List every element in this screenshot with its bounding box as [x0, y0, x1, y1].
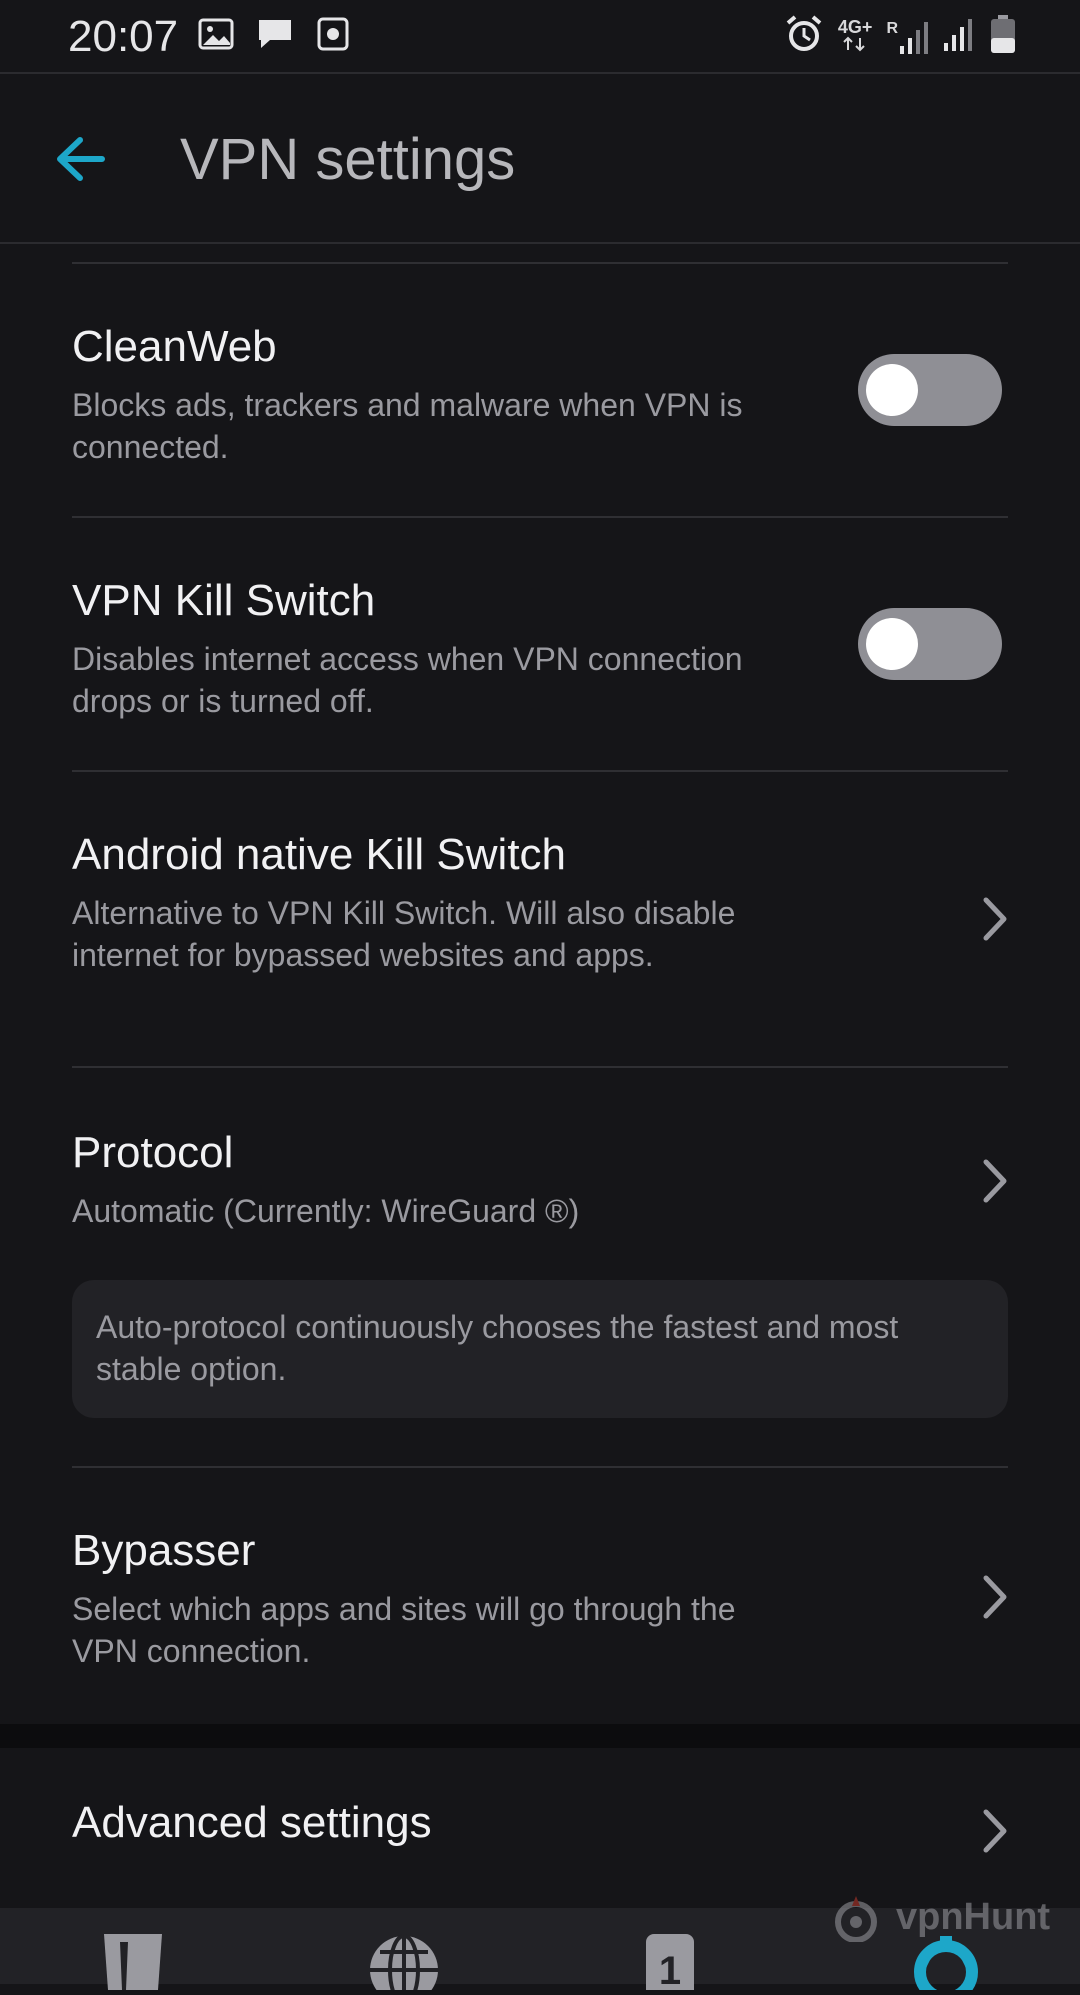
- protocol-info-text: Auto-protocol continuously chooses the f…: [96, 1309, 899, 1387]
- image-icon: [198, 16, 234, 57]
- protocol-description: Automatic (Currently: WireGuard ®): [72, 1193, 580, 1229]
- section-separator: [0, 1724, 1080, 1748]
- signal-icon: R: [886, 20, 930, 54]
- nav-one[interactable]: 1: [640, 1930, 720, 1995]
- setting-cleanweb[interactable]: CleanWeb Blocks ads, trackers and malwar…: [0, 264, 1080, 518]
- chevron-right-icon: [983, 1159, 1007, 1203]
- notification-icons: [198, 16, 350, 57]
- watermark: vpnHunt: [826, 1892, 1050, 1942]
- app-bar: VPN settings: [0, 72, 1080, 244]
- native-kill-switch-description: Alternative to VPN Kill Switch. Will als…: [72, 895, 736, 973]
- setting-vpn-kill-switch[interactable]: VPN Kill Switch Disables internet access…: [0, 518, 1080, 772]
- one-icon: 1: [646, 1934, 694, 1995]
- roaming-indicator: R: [886, 19, 898, 37]
- screen-record-icon: [316, 16, 350, 57]
- cleanweb-toggle[interactable]: [858, 354, 1002, 426]
- signal-icon: [944, 17, 976, 56]
- alarm-icon: [784, 14, 824, 59]
- network-type: 4G+: [838, 18, 872, 55]
- advanced-title: Advanced settings: [72, 1798, 432, 1847]
- toggle-knob: [866, 364, 918, 416]
- setting-android-native-kill-switch[interactable]: Android native Kill Switch Alternative t…: [0, 772, 1080, 1068]
- native-kill-switch-title: Android native Kill Switch: [72, 830, 567, 879]
- cleanweb-title: CleanWeb: [72, 322, 277, 371]
- shield-icon: [104, 1934, 162, 1990]
- system-icons: 4G+ R: [784, 14, 1016, 59]
- page-title: VPN settings: [180, 127, 516, 192]
- watermark-text: vpnHunt: [896, 1895, 1051, 1938]
- chevron-right-icon: [983, 1575, 1007, 1619]
- setting-advanced[interactable]: Advanced settings: [0, 1748, 1080, 1908]
- bypasser-description: Select which apps and sites will go thro…: [72, 1591, 736, 1669]
- back-button[interactable]: [50, 128, 120, 190]
- kill-switch-description: Disables internet access when VPN connec…: [72, 641, 743, 719]
- kill-switch-title: VPN Kill Switch: [72, 576, 376, 625]
- arrow-left-icon: [57, 137, 105, 181]
- setting-protocol[interactable]: Protocol Automatic (Currently: WireGuard…: [0, 1068, 1080, 1288]
- protocol-title: Protocol: [72, 1128, 234, 1177]
- kill-switch-toggle[interactable]: [858, 608, 1002, 680]
- nav-shield[interactable]: [98, 1930, 178, 1990]
- protocol-info-box: Auto-protocol continuously chooses the f…: [72, 1280, 1008, 1418]
- globe-icon: [370, 1934, 438, 1995]
- bypasser-title: Bypasser: [72, 1526, 256, 1575]
- status-bar: 20:07 4G+ R: [0, 0, 1080, 72]
- nav-globe[interactable]: [364, 1930, 444, 1995]
- message-icon: [256, 16, 294, 57]
- battery-icon: [990, 14, 1016, 59]
- chevron-right-icon: [983, 897, 1007, 941]
- setting-bypasser[interactable]: Bypasser Select which apps and sites wil…: [0, 1468, 1080, 1720]
- status-time: 20:07: [68, 12, 179, 61]
- vpnhunt-logo-icon: [835, 1896, 877, 1942]
- toggle-knob: [866, 618, 918, 670]
- chevron-right-icon: [983, 1809, 1007, 1853]
- cleanweb-description: Blocks ads, trackers and malware when VP…: [72, 387, 743, 465]
